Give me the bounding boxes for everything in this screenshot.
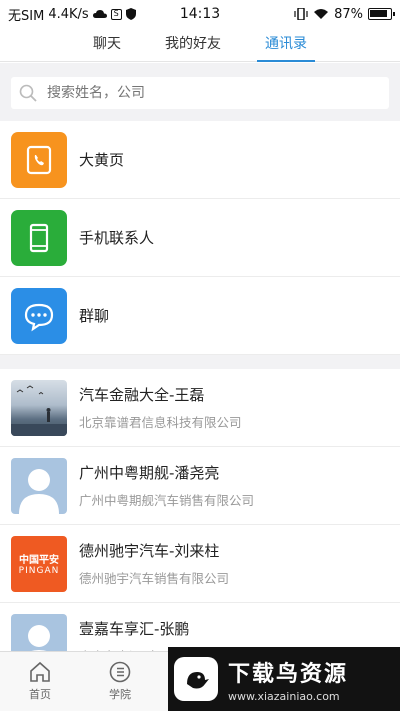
nav-home[interactable]: 首页: [0, 652, 80, 711]
pingan-logo: 中国平安 PINGAN: [11, 535, 67, 592]
mobile-phone-icon: [11, 209, 67, 266]
menu-item-yellow-pages[interactable]: 大黄页: [0, 121, 400, 199]
tab-contacts[interactable]: 通讯录: [257, 28, 315, 62]
contact-name: 汽车金融大全-王磊: [79, 386, 205, 404]
logo-subtext: PINGAN: [18, 566, 60, 576]
search-icon: [19, 84, 37, 102]
contact-row[interactable]: 广州中粤期舰-潘尧亮 广州中粤期舰汽车销售有限公司: [0, 447, 400, 525]
search-input[interactable]: [47, 85, 347, 101]
photo-avatar: [11, 379, 67, 436]
tab-chat[interactable]: 聊天: [85, 28, 129, 62]
status-bar: 无SIM 4.4K/s S 14:13 87%: [0, 0, 400, 28]
section-divider: [0, 355, 400, 369]
watermark-url: www.xiazainiao.com: [228, 689, 340, 703]
watermark-banner: 下载鸟资源 www.xiazainiao.com: [168, 647, 400, 711]
menu-item-label: 手机联系人: [79, 229, 155, 247]
tab-bar: 聊天 我的好友 通讯录: [0, 28, 400, 62]
nav-academy[interactable]: 学院: [80, 652, 160, 711]
contact-company: 北京靠谱君信息科技有限公司: [79, 415, 242, 430]
contact-name: 广州中粤期舰-潘尧亮: [79, 464, 220, 482]
contact-company: 广州中粤期舰汽车销售有限公司: [79, 493, 255, 508]
logo-text: 中国平安: [19, 555, 59, 566]
search-area: [0, 63, 400, 121]
chat-bubble-icon: [11, 287, 67, 344]
nav-label: 学院: [109, 688, 131, 701]
default-avatar: [11, 457, 67, 514]
watermark-title: 下载鸟资源: [228, 661, 349, 687]
tab-friends[interactable]: 我的好友: [157, 28, 229, 62]
nav-label: 首页: [29, 688, 51, 701]
menu-item-label: 大黄页: [79, 151, 125, 169]
bird-logo-icon: [174, 657, 218, 701]
menu-item-phone-contacts[interactable]: 手机联系人: [0, 199, 400, 277]
contact-row[interactable]: 中国平安 PINGAN 德州驰宇汽车-刘来柱 德州驰宇汽车销售有限公司: [0, 525, 400, 603]
battery-icon: [368, 8, 395, 20]
list-icon: [109, 661, 131, 683]
contacts-list: 大黄页 手机联系人 群聊 汽车金融大全-王磊 北京靠谱君信息科技有限公司 广州中…: [0, 121, 400, 681]
search-box[interactable]: [11, 77, 389, 109]
contact-row[interactable]: 汽车金融大全-王磊 北京靠谱君信息科技有限公司: [0, 369, 400, 447]
contact-company: 德州驰宇汽车销售有限公司: [79, 571, 230, 586]
menu-item-label: 群聊: [79, 307, 110, 325]
home-icon: [30, 661, 50, 682]
menu-item-group-chat[interactable]: 群聊: [0, 277, 400, 355]
contact-name: 壹嘉车享汇-张鹏: [79, 620, 190, 638]
contact-name: 德州驰宇汽车-刘来柱: [79, 542, 220, 560]
clock: 14:13: [179, 6, 221, 22]
phone-book-icon: [11, 131, 67, 188]
